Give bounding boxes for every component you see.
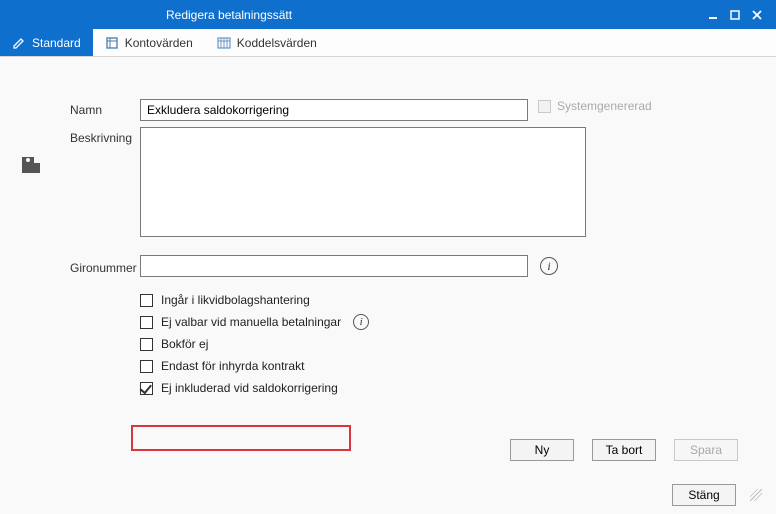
checkbox-ingar-box[interactable] (140, 294, 153, 307)
systemgenerated-wrapper: Systemgenererad (538, 99, 652, 113)
minimize-button[interactable] (702, 4, 724, 26)
description-label: Beskrivning (70, 127, 140, 145)
close-button[interactable] (746, 4, 768, 26)
minimize-icon (708, 10, 718, 20)
accountvalues-icon (105, 36, 119, 50)
button-row-1: Ny Ta bort Spara (20, 439, 738, 461)
maximize-button[interactable] (724, 4, 746, 26)
checkbox-ejinkl-box[interactable] (140, 382, 153, 395)
description-textarea[interactable] (140, 127, 586, 237)
checkbox-ejvalbar-info-icon[interactable]: i (353, 314, 369, 330)
tab-kontovarden-label: Kontovärden (125, 36, 193, 50)
resize-grip[interactable] (750, 489, 762, 501)
tab-koddelsvarden-label: Koddelsvärden (237, 36, 317, 50)
gironumber-label: Gironummer (70, 257, 140, 275)
gironumber-input[interactable] (140, 255, 528, 277)
tab-standard[interactable]: Standard (0, 29, 93, 56)
spara-button: Spara (674, 439, 738, 461)
form-content: Namn Systemgenererad Beskrivning Gironum… (0, 57, 776, 471)
checkbox-ejvalbar[interactable]: Ej valbar vid manuella betalningar i (140, 311, 756, 333)
systemgenerated-label: Systemgenererad (557, 99, 652, 113)
checkbox-endast-box[interactable] (140, 360, 153, 373)
form-icon (20, 153, 42, 175)
gironumber-row: Gironummer i (70, 255, 756, 277)
checkbox-ejvalbar-box[interactable] (140, 316, 153, 329)
tab-kontovarden[interactable]: Kontovärden (93, 29, 205, 56)
close-icon (752, 10, 762, 20)
checkbox-endast[interactable]: Endast för inhyrda kontrakt (140, 355, 756, 377)
tab-koddelsvarden[interactable]: Koddelsvärden (205, 29, 329, 56)
checkbox-ejvalbar-label: Ej valbar vid manuella betalningar (161, 315, 341, 329)
checkbox-bokforej[interactable]: Bokför ej (140, 333, 756, 355)
footer: Stäng (672, 484, 762, 506)
tabort-button[interactable]: Ta bort (592, 439, 656, 461)
codevalues-icon (217, 36, 231, 50)
checkbox-bokforej-label: Bokför ej (161, 337, 208, 351)
window-title: Redigera betalningssätt (16, 8, 292, 22)
systemgenerated-checkbox (538, 100, 551, 113)
name-input[interactable] (140, 99, 528, 121)
window-controls (702, 4, 768, 26)
name-label: Namn (70, 99, 140, 117)
checkbox-ejinkl-label: Ej inkluderad vid saldokorrigering (161, 381, 338, 395)
checkbox-endast-label: Endast för inhyrda kontrakt (161, 359, 304, 373)
stang-button[interactable]: Stäng (672, 484, 736, 506)
edit-icon (12, 36, 26, 50)
checkbox-ingar[interactable]: Ingår i likvidbolagshantering (140, 289, 756, 311)
maximize-icon (730, 10, 740, 20)
name-row: Namn Systemgenererad (70, 99, 756, 121)
titlebar: Redigera betalningssätt (0, 0, 776, 29)
description-row: Beskrivning (70, 127, 756, 237)
ribbon-tabs: Standard Kontovärden Koddelsvärden (0, 29, 776, 57)
checkbox-list: Ingår i likvidbolagshantering Ej valbar … (140, 289, 756, 399)
checkbox-bokforej-box[interactable] (140, 338, 153, 351)
checkbox-ingar-label: Ingår i likvidbolagshantering (161, 293, 310, 307)
tab-standard-label: Standard (32, 36, 81, 50)
checkbox-ejinkl[interactable]: Ej inkluderad vid saldokorrigering (140, 377, 756, 399)
gironumber-info-icon[interactable]: i (540, 257, 558, 275)
ny-button[interactable]: Ny (510, 439, 574, 461)
